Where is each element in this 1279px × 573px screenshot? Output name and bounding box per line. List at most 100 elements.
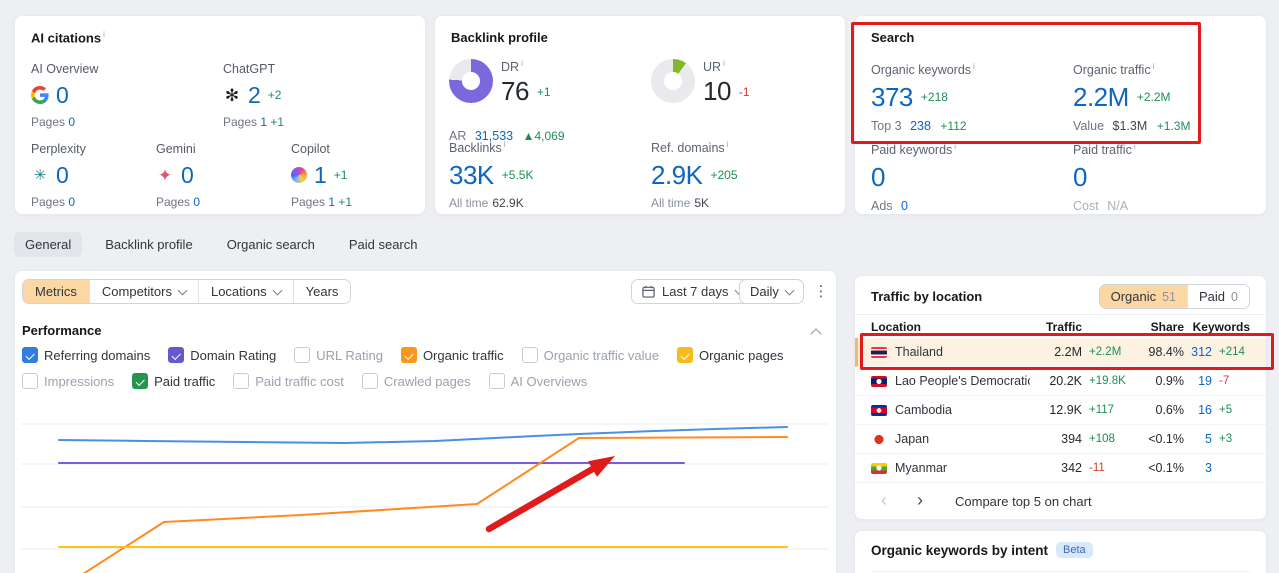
flag-kh-icon xyxy=(871,404,887,416)
flag-mm-icon xyxy=(871,462,887,474)
checkbox-impressions[interactable]: Impressions xyxy=(22,373,114,389)
tab-general[interactable]: General xyxy=(14,232,83,257)
backlinks-label: Backlinks i xyxy=(449,140,506,156)
segment-years[interactable]: Years xyxy=(292,280,351,303)
location-row-thailand[interactable]: Thailand 2.2M +2.2M 98.4% 312 +214 xyxy=(855,338,1266,367)
backlink-profile-card: Backlink profile DR i 76 +1 AR 31,533 ▲4,… xyxy=(434,15,846,215)
pages-value[interactable]: 1 xyxy=(328,195,335,209)
google-icon xyxy=(31,86,49,104)
checkbox-crawled-pages[interactable]: Crawled pages xyxy=(361,373,471,389)
keywords-delta: +5 xyxy=(1219,404,1233,416)
chart-mode-segments: Metrics Competitors Locations Years xyxy=(22,279,352,304)
keywords-value[interactable]: 312 xyxy=(1184,345,1212,359)
keywords-delta: +3 xyxy=(1219,433,1233,445)
ref-domains-delta: +205 xyxy=(710,168,738,183)
citations-value[interactable]: 0 xyxy=(181,162,194,189)
keywords-value[interactable]: 16 xyxy=(1184,403,1212,417)
chevron-up-icon xyxy=(810,328,822,340)
tab-backlink-profile[interactable]: Backlink profile xyxy=(94,232,203,257)
paid-keywords-value[interactable]: 0 xyxy=(871,162,885,193)
share-value: 0.9% xyxy=(1155,374,1185,388)
pages-row: Pages 0 xyxy=(31,115,76,129)
more-options-button[interactable]: ⋮ xyxy=(809,279,833,305)
location-row-myanmar[interactable]: Myanmar 342 -11 <0.1% 3 xyxy=(855,454,1266,483)
location-row-japan[interactable]: Japan 394 +108 <0.1% 5 +3 xyxy=(855,425,1266,454)
organic-traffic-value[interactable]: 2.2M xyxy=(1073,82,1129,113)
citations-value[interactable]: 0 xyxy=(56,162,69,189)
ads-value[interactable]: 0 xyxy=(901,199,908,213)
flag-la-icon xyxy=(871,375,887,387)
checkbox-organic-traffic-value[interactable]: Organic traffic value xyxy=(521,347,659,363)
citations-value[interactable]: 1 xyxy=(314,162,327,189)
location-row-lao-people-s-democratic-reput[interactable]: Lao People's Democratic Reput 20.2K +19.8K… xyxy=(855,367,1266,396)
share-value: <0.1% xyxy=(1148,461,1184,475)
organic-traffic-delta: +2.2M xyxy=(1136,90,1171,105)
compare-top5-link[interactable]: Compare top 5 on chart xyxy=(955,494,1092,509)
info-icon: i xyxy=(1133,142,1136,151)
pages-value[interactable]: 0 xyxy=(68,195,75,209)
info-icon: i xyxy=(723,59,725,68)
chevron-down-icon xyxy=(784,285,795,295)
pages-value[interactable]: 1 xyxy=(260,115,267,129)
location-table-header: Location Traffic Share Keywords xyxy=(871,318,1250,336)
pages-value[interactable]: 0 xyxy=(193,195,200,209)
perplexity-icon: ✳ xyxy=(33,166,47,184)
annotation-arrow-head xyxy=(587,456,615,477)
ur-donut-chart xyxy=(651,59,695,103)
performance-heading: Performance xyxy=(22,323,102,338)
organic-keywords-value[interactable]: 373 xyxy=(871,82,913,113)
tab-paid-search[interactable]: Paid search xyxy=(338,232,429,257)
keywords-value[interactable]: 3 xyxy=(1184,461,1212,475)
checkbox-organic-traffic[interactable]: Organic traffic xyxy=(400,347,504,363)
keywords-value[interactable]: 19 xyxy=(1184,374,1212,388)
segment-metrics[interactable]: Metrics xyxy=(23,280,89,303)
citations-value[interactable]: 2 xyxy=(248,82,261,109)
calendar-icon xyxy=(642,285,655,298)
organic-keywords-label: Organic keywords i xyxy=(871,62,975,78)
performance-line-chart xyxy=(21,423,829,573)
backlink-profile-title: Backlink profile xyxy=(451,30,548,45)
dr-label: DR i xyxy=(501,59,523,75)
checkbox-referring-domains[interactable]: Referring domains xyxy=(22,347,150,363)
info-icon: i xyxy=(103,30,105,39)
search-title: Search xyxy=(871,30,915,45)
checkbox-ai-overviews[interactable]: AI Overviews xyxy=(488,373,587,389)
toggle-paid[interactable]: Paid 0 xyxy=(1187,285,1249,308)
ai-citation-ai-overview: AI Overview 0 Pages 0 xyxy=(31,62,171,129)
paid-traffic-value[interactable]: 0 xyxy=(1073,162,1087,193)
cost-row: Cost N/A xyxy=(1073,199,1129,214)
performance-panel: Metrics Competitors Locations Years Last 7 … xyxy=(14,270,837,573)
location-row-cambodia[interactable]: Cambodia 12.9K +117 0.6% 16 +5 xyxy=(855,396,1266,425)
segment-competitors[interactable]: Competitors xyxy=(88,280,198,303)
pages-row: Pages 0 xyxy=(156,195,201,209)
toggle-organic[interactable]: Organic 51 xyxy=(1099,285,1188,308)
date-range-button[interactable]: Last 7 days xyxy=(631,279,754,304)
traffic-value: 12.9K xyxy=(1049,403,1082,417)
traffic-value: 20.2K xyxy=(1049,374,1082,388)
collapse-section-button[interactable] xyxy=(810,327,822,340)
checkbox-paid-traffic-cost[interactable]: Paid traffic cost xyxy=(233,373,344,389)
ai-source-label: ChatGPT xyxy=(223,62,276,76)
pages-value[interactable]: 0 xyxy=(68,115,75,129)
backlinks-value[interactable]: 33K xyxy=(449,160,494,191)
info-icon: i xyxy=(726,140,729,149)
ref-domains-alltime: All time 5K xyxy=(651,196,710,211)
granularity-button[interactable]: Daily xyxy=(739,279,804,304)
ref-domains-value[interactable]: 2.9K xyxy=(651,160,703,191)
prev-page-button[interactable]: ‹ xyxy=(871,488,897,514)
keywords-delta: +214 xyxy=(1219,346,1245,358)
ai-citation-perplexity: Perplexity ✳ 0 Pages 0 xyxy=(31,142,171,209)
checkbox-organic-pages[interactable]: Organic pages xyxy=(677,347,784,363)
checkbox-url-rating[interactable]: URL Rating xyxy=(294,347,383,363)
copilot-icon xyxy=(291,167,307,183)
ahrefs-dashboard: AI citations i AI Overview 0 Pages 0 ChatGPT… xyxy=(0,0,1279,573)
segment-locations[interactable]: Locations xyxy=(197,280,293,303)
ur-delta: -1 xyxy=(738,84,750,99)
checkbox-paid-traffic[interactable]: Paid traffic xyxy=(132,373,215,389)
top3-value[interactable]: 238 xyxy=(910,119,931,133)
tab-organic-search[interactable]: Organic search xyxy=(216,232,326,257)
checkbox-domain-rating[interactable]: Domain Rating xyxy=(168,347,276,363)
keywords-value[interactable]: 5 xyxy=(1184,432,1212,446)
citations-value[interactable]: 0 xyxy=(56,82,69,109)
next-page-button[interactable]: › xyxy=(907,488,933,514)
